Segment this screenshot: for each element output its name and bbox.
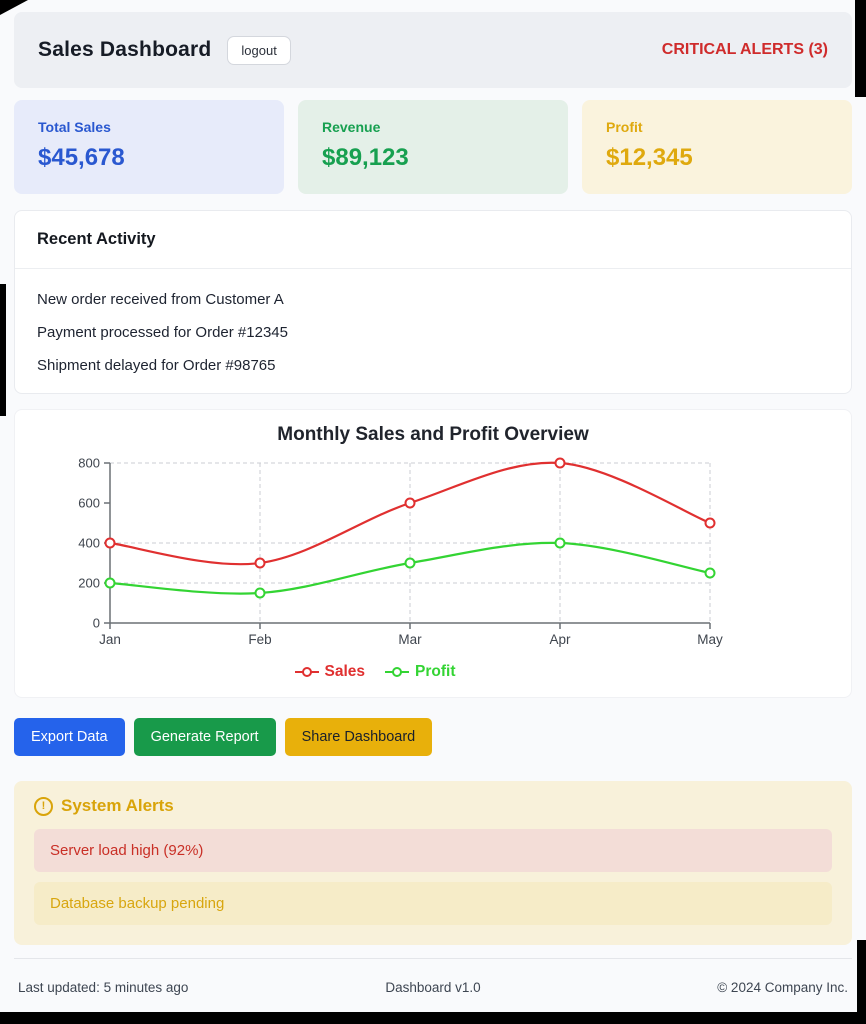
chart-legend: Sales Profit (25, 663, 725, 681)
legend-line-marker-icon (385, 667, 409, 678)
svg-text:0: 0 (93, 616, 100, 631)
stat-value: $89,123 (322, 144, 544, 172)
screen-edge-artifact (857, 940, 866, 1024)
svg-text:Mar: Mar (398, 632, 422, 647)
legend-item-profit[interactable]: Profit (385, 663, 455, 681)
recent-activity-title: Recent Activity (15, 211, 851, 269)
export-data-button[interactable]: Export Data (14, 718, 125, 756)
svg-text:Jan: Jan (99, 632, 121, 647)
chart-card: Monthly Sales and Profit Overview 0 200 40… (14, 409, 852, 698)
stat-value: $45,678 (38, 144, 260, 172)
header-bar: Sales Dashboard logout CRITICAL ALERTS (… (14, 12, 852, 88)
line-chart: 0 200 400 600 800 Jan Feb Mar Apr May Sales Profit (25, 452, 725, 681)
alert-circle-icon: ! (34, 797, 53, 816)
chart-canvas: 0 200 400 600 800 Jan Feb Mar Apr May (25, 452, 725, 652)
activity-item: Payment processed for Order #12345 (37, 323, 829, 342)
stat-value: $12,345 (606, 144, 828, 172)
system-alerts-card: ! System Alerts Server load high (92%) D… (14, 781, 852, 945)
stat-label: Total Sales (38, 119, 260, 135)
legend-item-sales[interactable]: Sales (295, 663, 366, 681)
share-dashboard-button[interactable]: Share Dashboard (285, 718, 433, 756)
actions-row: Export Data Generate Report Share Dashbo… (14, 718, 852, 756)
last-updated-text: Last updated: 5 minutes ago (18, 980, 295, 995)
critical-alerts-badge[interactable]: CRITICAL ALERTS (3) (662, 41, 828, 59)
alert-db-backup: Database backup pending (34, 882, 832, 925)
screen: Sales Dashboard logout CRITICAL ALERTS (… (0, 0, 866, 1024)
chart-title: Monthly Sales and Profit Overview (25, 424, 841, 446)
alert-server-load: Server load high (92%) (34, 829, 832, 872)
svg-text:800: 800 (78, 456, 100, 471)
legend-label: Sales (325, 663, 366, 681)
activity-item: New order received from Customer A (37, 290, 829, 309)
screen-edge-artifact (0, 284, 6, 416)
svg-text:400: 400 (78, 536, 100, 551)
logout-button[interactable]: logout (227, 36, 290, 65)
stats-row: Total Sales $45,678 Revenue $89,123 Prof… (14, 100, 852, 194)
svg-text:200: 200 (78, 576, 100, 591)
stat-card-total-sales: Total Sales $45,678 (14, 100, 284, 194)
stat-label: Profit (606, 119, 828, 135)
screen-edge-artifact (855, 0, 866, 97)
svg-text:Feb: Feb (248, 632, 271, 647)
copyright-text: © 2024 Company Inc. (571, 980, 848, 995)
page-title: Sales Dashboard (38, 38, 211, 62)
activity-item: Shipment delayed for Order #98765 (37, 356, 829, 375)
svg-text:600: 600 (78, 496, 100, 511)
system-alerts-title: System Alerts (61, 796, 174, 816)
stat-label: Revenue (322, 119, 544, 135)
legend-label: Profit (415, 663, 455, 681)
version-text: Dashboard v1.0 (295, 980, 572, 995)
generate-report-button[interactable]: Generate Report (134, 718, 276, 756)
legend-line-marker-icon (295, 667, 319, 678)
stat-card-revenue: Revenue $89,123 (298, 100, 568, 194)
footer: Last updated: 5 minutes ago Dashboard v1… (14, 958, 852, 995)
svg-text:May: May (697, 632, 723, 647)
svg-text:Apr: Apr (549, 632, 571, 647)
recent-activity-card: Recent Activity New order received from … (14, 210, 852, 394)
stat-card-profit: Profit $12,345 (582, 100, 852, 194)
dashboard-page: Sales Dashboard logout CRITICAL ALERTS (… (0, 0, 866, 1012)
